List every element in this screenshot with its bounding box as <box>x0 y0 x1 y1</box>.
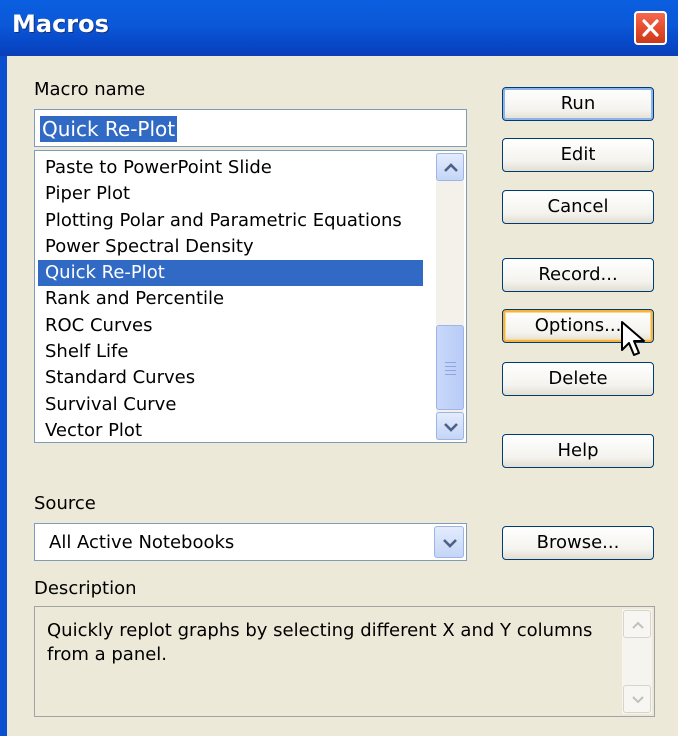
delete-button[interactable]: Delete <box>502 362 654 396</box>
cancel-button[interactable]: Cancel <box>502 190 654 224</box>
macro-name-label: Macro name <box>34 79 146 100</box>
macro-name-value: Quick Re-Plot <box>40 116 178 142</box>
description-box: Quickly replot graphs by selecting diffe… <box>34 606 655 717</box>
scroll-thumb[interactable] <box>436 325 464 410</box>
chevron-down-icon <box>444 423 458 432</box>
close-button[interactable] <box>634 11 667 45</box>
description-label: Description <box>34 578 137 599</box>
list-item[interactable]: Survival Curve <box>38 392 423 418</box>
run-button[interactable]: Run <box>502 87 654 121</box>
list-item[interactable]: Quick Re-Plot <box>38 260 423 287</box>
macro-list[interactable]: Paste to PowerPoint Slide Piper Plot Plott… <box>34 150 467 443</box>
macros-dialog: Macros Macro name Quick Re-Plot Paste to… <box>0 0 678 736</box>
scroll-up-button[interactable] <box>436 153 464 181</box>
description-text: Quickly replot graphs by selecting diffe… <box>47 620 593 665</box>
description-scroll-up-button <box>623 610 651 638</box>
macro-name-field[interactable]: Quick Re-Plot <box>34 109 467 147</box>
list-item[interactable]: Vector Plot <box>38 418 423 442</box>
mouse-pointer-icon <box>620 320 650 364</box>
list-item[interactable]: Standard Curves <box>38 365 423 391</box>
list-item[interactable]: Rank and Percentile <box>38 286 423 312</box>
description-scrollbar <box>622 609 652 714</box>
macro-list-items: Paste to PowerPoint Slide Piper Plot Plott… <box>35 155 431 442</box>
list-item[interactable]: Shelf Life <box>38 339 423 365</box>
list-item[interactable]: Paste to PowerPoint Slide <box>38 155 423 181</box>
help-button[interactable]: Help <box>502 434 654 468</box>
source-label: Source <box>34 493 96 514</box>
list-item[interactable]: Plotting Polar and Parametric Equations <box>38 208 423 234</box>
chevron-down-icon <box>632 696 644 704</box>
chevron-up-icon <box>444 163 458 172</box>
chevron-up-icon <box>632 621 644 629</box>
window-border <box>0 56 7 736</box>
edit-button[interactable]: Edit <box>502 138 654 172</box>
list-scrollbar[interactable] <box>436 153 464 440</box>
description-scroll-down-button <box>623 685 651 713</box>
list-item[interactable]: Piper Plot <box>38 181 423 207</box>
record-button[interactable]: Record... <box>502 258 654 292</box>
title-bar[interactable]: Macros <box>0 0 678 56</box>
source-dropdown-button[interactable] <box>434 526 464 558</box>
window-title: Macros <box>12 10 109 38</box>
list-item[interactable]: Power Spectral Density <box>38 234 423 260</box>
source-dropdown[interactable]: All Active Notebooks <box>34 523 467 561</box>
browse-button[interactable]: Browse... <box>502 526 654 560</box>
list-item[interactable]: ROC Curves <box>38 313 423 339</box>
source-value: All Active Notebooks <box>49 532 235 553</box>
close-icon <box>642 19 659 37</box>
chevron-down-icon <box>443 539 457 548</box>
scroll-down-button[interactable] <box>436 412 464 440</box>
